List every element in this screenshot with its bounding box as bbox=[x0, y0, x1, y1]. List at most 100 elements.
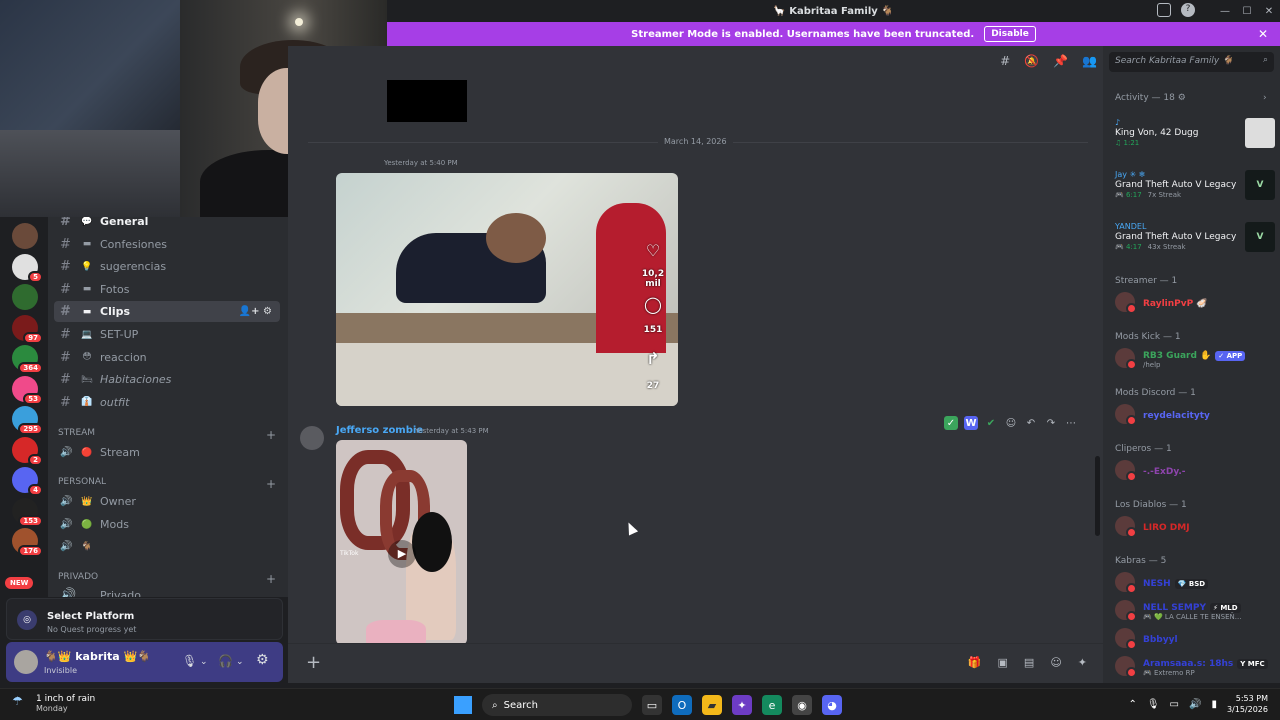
message-composer[interactable]: + 🎁 ▣ ▤ ☺ ✦ bbox=[288, 643, 1103, 683]
quest-card[interactable]: ◎ Select Platform No Quest progress yet bbox=[6, 598, 283, 640]
network-icon[interactable]: ▭ bbox=[1170, 699, 1179, 710]
checkmark-reaction-icon[interactable]: ✔ bbox=[984, 416, 998, 430]
activity-header[interactable]: Activity — 18 ⚙ › bbox=[1115, 93, 1267, 103]
battery-icon[interactable]: ▮ bbox=[1211, 699, 1217, 710]
chevron-down-icon[interactable]: ⌄ bbox=[236, 657, 244, 667]
server-icon[interactable] bbox=[12, 223, 38, 249]
headphones-icon[interactable]: 🎧 bbox=[218, 654, 233, 668]
disable-streamer-mode-button[interactable]: Disable bbox=[984, 26, 1036, 42]
member-row[interactable]: RB3 Guard ✋ ✓ APP/help bbox=[1115, 346, 1280, 370]
avatar[interactable] bbox=[14, 650, 38, 674]
add-channel-icon[interactable]: + bbox=[266, 477, 276, 491]
emoji-icon[interactable]: ☺ bbox=[1050, 656, 1061, 669]
check-reaction-icon[interactable]: ✓ bbox=[944, 416, 958, 430]
category-personal[interactable]: PERSONAL + bbox=[58, 477, 276, 491]
taskbar-clock[interactable]: 5:53 PM 3/15/2026 bbox=[1227, 693, 1268, 715]
avatar[interactable] bbox=[300, 426, 324, 450]
channel-general[interactable]: # 💬 General bbox=[54, 217, 280, 232]
channel-set-up[interactable]: # 💻 SET-UP bbox=[54, 324, 280, 345]
chrome-icon[interactable]: ◉ bbox=[792, 695, 812, 715]
server-icon[interactable] bbox=[12, 284, 38, 310]
members-icon[interactable]: 👥 bbox=[1082, 54, 1097, 68]
play-icon[interactable]: ▶ bbox=[388, 540, 416, 568]
outlook-icon[interactable]: O bbox=[672, 695, 692, 715]
close-icon[interactable]: ✕ bbox=[1258, 27, 1268, 41]
channel-sugerencias[interactable]: # 💡 sugerencias bbox=[54, 256, 280, 277]
volume-icon[interactable]: 🔊 bbox=[1189, 699, 1201, 710]
pin-icon[interactable]: 📌 bbox=[1053, 54, 1068, 68]
message-author[interactable]: Jefferso zombie bbox=[336, 425, 423, 436]
minimize-button[interactable]: — bbox=[1214, 0, 1236, 22]
server-icon[interactable]: 4 bbox=[12, 467, 43, 496]
voice-channel[interactable]: 🔊 🟢 Mods bbox=[54, 514, 280, 535]
member-row[interactable]: NELL SEMPY ⚡ MLD 🎮 💚 LA CALLE TE ENSEÑ... bbox=[1115, 598, 1280, 622]
activity-card[interactable]: Jay ✳ ❄ Grand Theft Auto V Legacy 🎮 6:17 7x… bbox=[1115, 170, 1275, 200]
add-channel-icon[interactable]: + bbox=[266, 572, 276, 586]
channel-reaccion[interactable]: # 😳 reaccion bbox=[54, 347, 280, 368]
gif-icon[interactable]: ▣ bbox=[998, 656, 1008, 669]
add-attachment-icon[interactable]: + bbox=[306, 652, 321, 673]
taskbar-search[interactable]: ⌕ Search bbox=[482, 694, 632, 716]
server-icon[interactable]: 5 bbox=[12, 253, 43, 283]
more-icon[interactable]: ⋯ bbox=[1064, 416, 1078, 430]
chevron-right-icon[interactable]: › bbox=[1263, 93, 1267, 103]
chat-scrollbar[interactable] bbox=[1095, 456, 1100, 536]
add-reaction-icon[interactable]: ☺ bbox=[1004, 416, 1018, 430]
voice-channel[interactable]: 🔊 🔴 Stream bbox=[54, 442, 280, 463]
activity-card[interactable]: YANDEL Grand Theft Auto V Legacy 🎮 4:17 43x… bbox=[1115, 222, 1275, 252]
discord-icon[interactable]: ◕ bbox=[822, 695, 842, 715]
help-icon[interactable]: ? bbox=[1181, 3, 1195, 17]
voice-channel-privado[interactable]: 🔊 Privado bbox=[54, 585, 280, 597]
server-icon[interactable]: 2 bbox=[12, 436, 43, 466]
server-icon[interactable]: 97 bbox=[12, 314, 43, 344]
threads-icon[interactable]: # bbox=[1000, 54, 1010, 68]
mute-icon[interactable]: 🔕 bbox=[1024, 54, 1039, 68]
channel-settings-icon[interactable]: 👤+ ⚙ bbox=[239, 306, 272, 317]
apps-icon[interactable]: ✦ bbox=[1078, 656, 1087, 669]
weather-widget[interactable]: ☂ 1 inch of rain Monday bbox=[12, 694, 95, 713]
server-icon[interactable]: 153 bbox=[12, 497, 43, 527]
add-channel-icon[interactable]: + bbox=[266, 428, 276, 442]
windows-start-icon[interactable] bbox=[454, 696, 472, 714]
forward-icon[interactable]: ↷ bbox=[1044, 416, 1058, 430]
activity-card[interactable]: ♪ King Von, 42 Dugg ♫ 1:21 bbox=[1115, 118, 1275, 148]
maximize-button[interactable]: ☐ bbox=[1236, 0, 1258, 22]
video-attachment[interactable]: ♡ 10,2 mil ◯ 151 ↱ 27 bbox=[336, 173, 678, 406]
category-stream[interactable]: STREAM + bbox=[58, 428, 276, 442]
channel-outfit[interactable]: # 👔 outfit bbox=[54, 392, 280, 413]
previous-attachment[interactable] bbox=[387, 80, 467, 122]
gear-icon[interactable]: ⚙ bbox=[256, 652, 269, 668]
microphone-icon[interactable]: 🎙 bbox=[182, 654, 197, 668]
member-row[interactable]: Aramsaaa.s: 18hs Y MFC 🎮 Extremo RP bbox=[1115, 654, 1280, 678]
member-row[interactable]: RaylinPvP 🦪 bbox=[1115, 290, 1280, 314]
copilot-icon[interactable]: ✦ bbox=[732, 695, 752, 715]
w-reaction-icon[interactable]: W bbox=[964, 416, 978, 430]
server-icon[interactable]: 53 bbox=[12, 375, 43, 405]
member-row[interactable]: -.-ExDy.- bbox=[1115, 458, 1280, 482]
search-input[interactable]: Search Kabritaa Family 🐐 ⌕ bbox=[1109, 52, 1274, 72]
member-row[interactable]: NESH 💎 BSD bbox=[1115, 570, 1280, 594]
chevron-down-icon[interactable]: ⌄ bbox=[200, 657, 208, 667]
member-row[interactable]: reydelacityty bbox=[1115, 402, 1280, 426]
video-attachment[interactable]: ▶ TikTok bbox=[336, 440, 467, 645]
edge-icon[interactable]: e bbox=[762, 695, 782, 715]
microphone-icon[interactable]: 🎙 bbox=[1147, 699, 1160, 710]
voice-channel[interactable]: 🔊 🐐 bbox=[54, 536, 280, 557]
username[interactable]: 🐐👑 kabrita 👑🐐 bbox=[44, 650, 151, 663]
channel-fotos[interactable]: # ▬ Fotos bbox=[54, 279, 280, 300]
channel-habitaciones[interactable]: # 🛏 Habitaciones bbox=[54, 369, 280, 390]
server-icon[interactable]: 176 bbox=[12, 528, 43, 557]
category-privado[interactable]: PRIVADO + bbox=[58, 572, 276, 586]
member-row[interactable]: Bbbyyl bbox=[1115, 626, 1280, 650]
channel-clips[interactable]: # ▬ Clips 👤+ ⚙ bbox=[54, 301, 280, 323]
file-explorer-icon[interactable]: ▰ bbox=[702, 695, 722, 715]
sticker-icon[interactable]: ▤ bbox=[1024, 656, 1034, 669]
server-icon[interactable]: 364 bbox=[12, 345, 43, 374]
close-button[interactable]: ✕ bbox=[1258, 0, 1280, 22]
member-row[interactable]: LIRO DMJ bbox=[1115, 514, 1280, 538]
task-view-icon[interactable]: ▭ bbox=[642, 695, 662, 715]
gift-icon[interactable]: 🎁 bbox=[968, 656, 982, 669]
voice-channel[interactable]: 🔊 👑 Owner bbox=[54, 491, 280, 512]
chevron-up-icon[interactable]: ⌃ bbox=[1128, 699, 1136, 710]
reply-icon[interactable]: ↶ bbox=[1024, 416, 1038, 430]
